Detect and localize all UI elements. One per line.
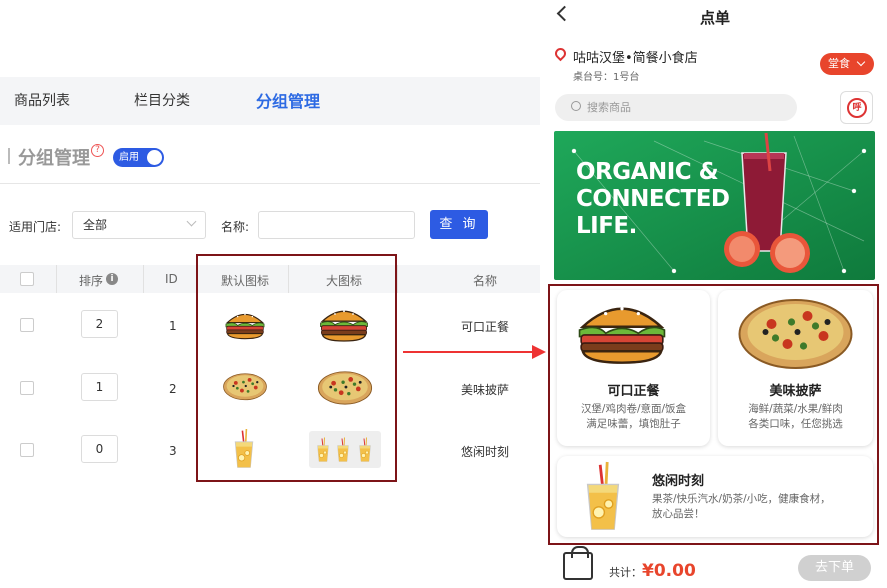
arrow-head-icon	[532, 345, 546, 359]
promo-banner[interactable]: ORGANIC & CONNECTED LIFE.	[554, 131, 875, 280]
toggle-knob	[147, 150, 162, 165]
total-label: 共计：	[609, 566, 642, 579]
tab-group-management[interactable]: 分组管理	[256, 88, 320, 112]
phone-title: 点单	[700, 9, 731, 27]
call-waiter-button[interactable]: 呼	[840, 91, 873, 124]
query-button[interactable]: 查 询	[430, 210, 488, 239]
chevron-down-icon	[186, 216, 197, 227]
row-checkbox[interactable]	[20, 381, 34, 395]
store-name: 咕咕汉堡•简餐小食店	[573, 51, 698, 66]
page-title: 分组管理	[18, 148, 90, 169]
banner-text: ORGANIC & CONNECTED LIFE.	[576, 159, 730, 240]
search-icon	[571, 101, 581, 111]
call-icon: 呼	[847, 98, 867, 118]
tab-column-category[interactable]: 栏目分类	[134, 90, 190, 110]
row-name: 悠闲时刻	[461, 445, 510, 459]
title-accent-bar	[8, 148, 10, 164]
chevron-down-icon	[856, 57, 866, 67]
banner-line: CONNECTED	[576, 186, 730, 212]
shopping-bag-icon[interactable]	[563, 546, 593, 580]
table-number: 桌台号：1号台	[573, 72, 640, 83]
divider	[0, 183, 540, 184]
help-icon[interactable]: ?	[91, 144, 104, 157]
toggle-label: 启用	[119, 152, 139, 163]
header-sort: 排序	[79, 274, 104, 288]
admin-panel: 商品列表 栏目分类 分组管理 分组管理 ? 启用 适用门店: 全部 名称: 查 …	[0, 0, 540, 588]
row-id: 3	[169, 444, 177, 458]
row-checkbox[interactable]	[20, 318, 34, 332]
row-name: 可口正餐	[461, 320, 510, 334]
sort-input[interactable]: 0	[81, 435, 118, 463]
row-id: 2	[169, 382, 177, 396]
banner-line: ORGANIC &	[576, 159, 719, 185]
banner-line: LIFE.	[576, 213, 637, 239]
sort-input[interactable]: 1	[81, 373, 118, 401]
category-cards-highlight	[548, 284, 879, 545]
header-name: 名称	[473, 274, 498, 288]
tab-bar: 商品列表 栏目分类 分组管理	[0, 77, 540, 125]
store-select[interactable]: 全部	[72, 211, 206, 239]
enable-toggle[interactable]: 启用	[113, 148, 164, 167]
select-all-checkbox[interactable]	[20, 272, 34, 286]
product-search-input[interactable]: 搜索商品	[555, 94, 797, 121]
dine-mode-label: 堂食	[828, 57, 850, 70]
arrow-line	[403, 351, 535, 353]
store-select-value: 全部	[83, 218, 108, 232]
column-separator	[143, 265, 144, 293]
tab-product-list[interactable]: 商品列表	[14, 90, 70, 110]
total-price: 共计：¥0.00	[609, 561, 696, 581]
sort-input[interactable]: 2	[81, 310, 118, 338]
name-filter-label: 名称:	[221, 220, 250, 234]
column-separator	[397, 265, 398, 293]
place-order-button[interactable]: 去下单	[798, 555, 871, 581]
dine-mode-button[interactable]: 堂食	[820, 53, 874, 75]
info-icon: i	[106, 273, 118, 285]
row-checkbox[interactable]	[20, 443, 34, 457]
total-value: ¥0.00	[642, 561, 696, 581]
store-filter-label: 适用门店:	[9, 220, 62, 234]
row-id: 1	[169, 319, 177, 333]
name-input[interactable]	[258, 211, 415, 239]
header-id: ID	[165, 272, 178, 286]
column-separator	[56, 265, 57, 293]
icon-columns-highlight	[196, 254, 397, 482]
row-name: 美味披萨	[461, 383, 510, 397]
